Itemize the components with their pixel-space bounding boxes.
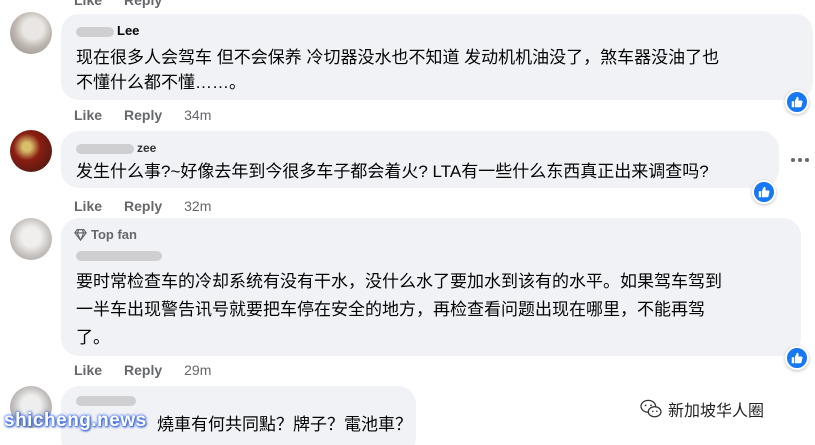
comment-timestamp[interactable]: 29m xyxy=(184,362,211,378)
comment-text-line: 要时常检查车的冷却系统有没有干水，没什么水了要加水到该有的水平。如果驾车驾到 xyxy=(76,272,722,291)
reply-button[interactable]: Reply xyxy=(124,362,162,378)
blurred-name xyxy=(76,395,136,406)
like-button[interactable]: Like xyxy=(74,107,102,123)
top-partial-actions: Like Reply xyxy=(74,0,162,8)
avatar[interactable] xyxy=(10,218,52,260)
comment-actions: Like Reply 32m xyxy=(74,198,211,214)
comment-author[interactable] xyxy=(76,392,139,407)
comment-bubble: Lee 现在很多人会驾车 但不会保养 冷切器没水也不知道 发动机机油没了，煞车器… xyxy=(61,14,813,100)
more-options-icon[interactable] xyxy=(790,152,810,168)
reply-button[interactable]: Reply xyxy=(124,107,162,123)
thumbs-up-icon[interactable] xyxy=(785,90,809,114)
blurred-name xyxy=(76,250,162,261)
brand-name: 新加坡华人圈 xyxy=(668,403,765,420)
comment-timestamp[interactable]: 34m xyxy=(184,107,211,123)
comment-text-line: 不懂什么都不懂……。 xyxy=(76,73,246,92)
like-button[interactable]: Like xyxy=(74,0,102,8)
like-button[interactable]: Like xyxy=(74,362,102,378)
avatar[interactable] xyxy=(10,12,52,54)
comment-text-line: 发生什么事?~好像去年到今很多车子都会着火? LTA有一些什么东西真正出来调查吗… xyxy=(76,162,709,181)
top-fan-badge: Top fan xyxy=(74,227,137,242)
thumbs-up-icon[interactable] xyxy=(752,180,776,204)
top-fan-diamond-icon xyxy=(74,229,87,241)
comment-author[interactable] xyxy=(76,247,165,262)
watermark: shicheng.news xyxy=(4,410,147,431)
comment-author[interactable]: zee xyxy=(76,140,156,155)
brand-watermark: 新加坡华人圈 xyxy=(640,397,764,421)
blurred-name xyxy=(76,26,114,37)
comment-actions: Like Reply 29m xyxy=(74,362,211,378)
comment-bubble: Top fan 要时常检查车的冷却系统有没有干水，没什么水了要加水到该有的水平。… xyxy=(61,218,801,356)
avatar[interactable] xyxy=(10,130,52,172)
comment-bubble: zee 发生什么事?~好像去年到今很多车子都会着火? LTA有一些什么东西真正出… xyxy=(61,131,779,188)
comment-actions: Like Reply 34m xyxy=(74,107,211,123)
reply-button[interactable]: Reply xyxy=(124,198,162,214)
comment-text-line: 一半车出现警告讯号就要把车停在安全的地方，再检查看问题出现在哪里，不能再驾 xyxy=(76,300,705,319)
blurred-name xyxy=(76,143,134,154)
like-button[interactable]: Like xyxy=(74,198,102,214)
wechat-icon xyxy=(640,399,662,418)
thumbs-up-icon[interactable] xyxy=(785,346,809,370)
comment-timestamp[interactable]: 32m xyxy=(184,198,211,214)
comment-author[interactable]: Lee xyxy=(76,23,139,38)
comment-text-line: 了。 xyxy=(76,328,110,347)
comment-text-line: 燒車有何共同點？牌子？電池車？ xyxy=(157,415,412,434)
reply-button[interactable]: Reply xyxy=(124,0,162,8)
comment-text-line: 现在很多人会驾车 但不会保养 冷切器没水也不知道 发动机机油没了，煞车器没油了也 xyxy=(76,48,720,67)
